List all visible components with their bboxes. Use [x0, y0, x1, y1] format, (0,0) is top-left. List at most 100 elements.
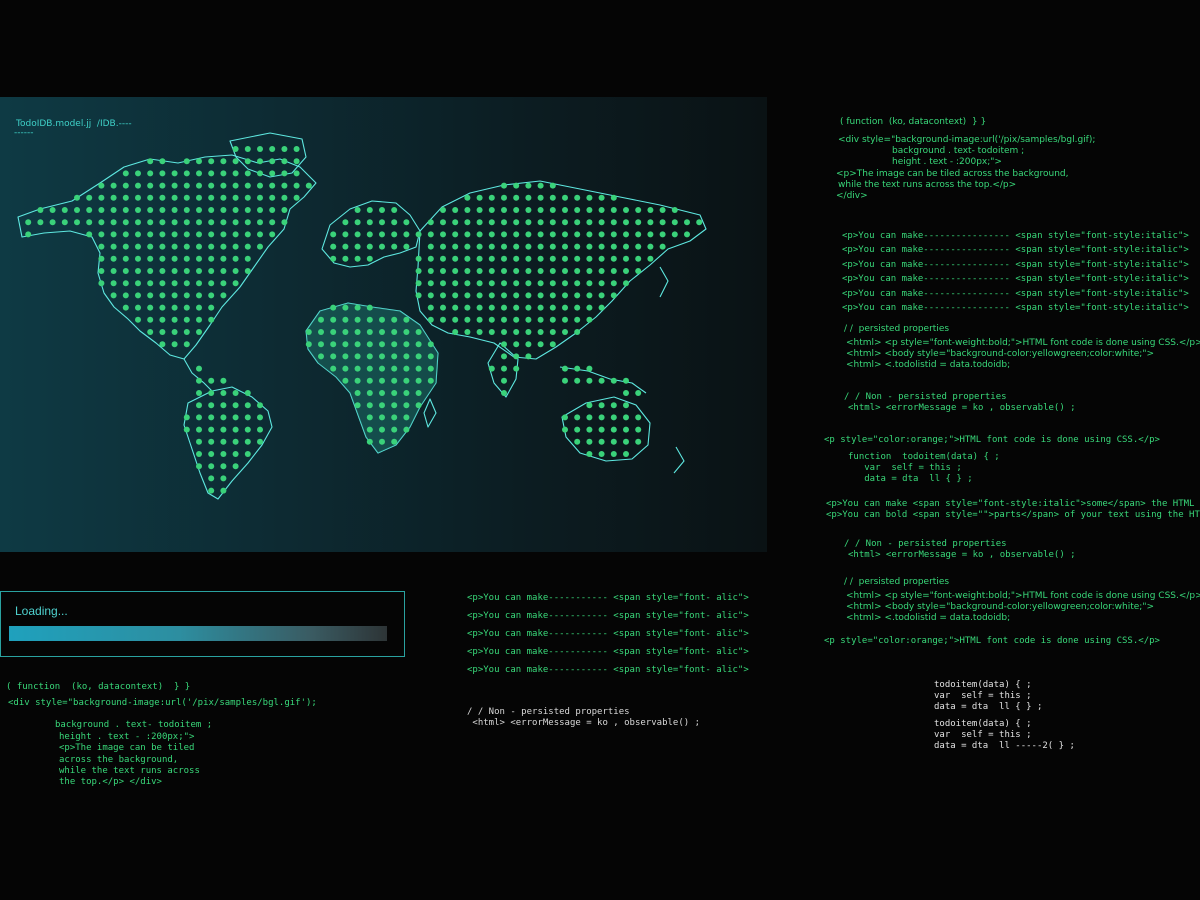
- map-dot: [159, 255, 166, 262]
- map-dot: [232, 243, 239, 250]
- map-dot: [208, 377, 215, 384]
- code-line: var self = this ;: [934, 730, 1032, 740]
- map-dot: [488, 304, 495, 311]
- map-dot: [379, 219, 385, 226]
- map-dot: [135, 292, 141, 299]
- map-dot: [281, 207, 288, 213]
- map-dot: [440, 316, 446, 323]
- map-dot: [220, 207, 227, 213]
- map-dot: [488, 292, 495, 299]
- map-dot: [549, 194, 556, 201]
- map-dot: [476, 255, 483, 262]
- map-dot: [110, 268, 117, 274]
- map-dot: [244, 243, 251, 250]
- map-dot: [86, 219, 93, 226]
- map-dot: [379, 438, 385, 445]
- map-dot: [122, 280, 129, 287]
- map-dot: [537, 194, 544, 201]
- map-dot: [403, 390, 410, 396]
- map-dot: [586, 268, 593, 274]
- map-dot: [452, 316, 459, 323]
- map-dot: [562, 280, 568, 287]
- map-dot: [501, 207, 507, 213]
- map-dot: [513, 268, 520, 274]
- map-dot: [269, 146, 276, 152]
- code-line: <p>You can make---------------- <span st…: [842, 289, 1189, 299]
- map-dot: [610, 194, 617, 201]
- map-dot: [610, 231, 617, 238]
- map-dot: [147, 219, 154, 226]
- map-dot: [244, 231, 251, 238]
- map-dot: [232, 170, 239, 177]
- map-dot: [49, 207, 56, 213]
- map-dot: [549, 292, 556, 299]
- map-dot: [196, 182, 202, 189]
- map-dot: [488, 231, 495, 238]
- map-dot: [366, 402, 373, 409]
- map-dot: [562, 426, 568, 433]
- map-dot: [452, 255, 459, 262]
- map-dot: [244, 158, 251, 165]
- map-dot: [342, 243, 349, 250]
- code-line: <html> <p style="font-weight:bold;">HTML…: [846, 338, 1200, 348]
- map-dot: [623, 426, 629, 433]
- map-dot: [440, 243, 446, 250]
- map-dot: [196, 194, 202, 201]
- map-dot: [623, 438, 629, 445]
- map-dot: [342, 353, 349, 360]
- map-dot: [501, 292, 507, 299]
- map-dot: [147, 231, 154, 238]
- map-dot: [391, 414, 398, 421]
- map-dot: [537, 243, 544, 250]
- map-dot: [110, 182, 117, 189]
- map-dot: [488, 243, 495, 250]
- map-dot: [403, 402, 410, 409]
- map-dot: [501, 316, 507, 323]
- map-dot: [501, 280, 507, 287]
- map-dot: [659, 207, 666, 213]
- map-dot: [403, 219, 410, 226]
- code-line: <p style="color:orange;">HTML font code …: [824, 435, 1160, 445]
- map-dot: [586, 402, 593, 409]
- map-dot: [415, 390, 422, 396]
- map-dot: [403, 365, 410, 372]
- map-dot: [147, 304, 154, 311]
- code-line: background . text- todoitem ;: [892, 146, 1025, 156]
- map-dot: [196, 268, 202, 274]
- map-dot: [220, 231, 227, 238]
- map-dot: [135, 231, 141, 238]
- map-dot: [586, 255, 593, 262]
- map-dot: [525, 268, 532, 274]
- map-dot: [549, 316, 556, 323]
- map-dot: [354, 377, 361, 384]
- code-line: ( function (ko, datacontext) } }: [840, 117, 987, 127]
- map-dot: [232, 451, 239, 457]
- map-dot: [171, 329, 178, 335]
- map-dot: [208, 487, 215, 494]
- map-dot: [122, 170, 129, 177]
- code-line: <html> <body style="background-color:yel…: [846, 602, 1155, 612]
- map-dot: [196, 292, 202, 299]
- code-comment: / / persisted properties: [844, 577, 950, 587]
- map-dot: [342, 255, 349, 262]
- map-dot: [220, 426, 227, 433]
- map-dot: [196, 280, 202, 287]
- map-dot: [366, 438, 373, 445]
- map-dot: [574, 438, 581, 445]
- map-dot: [403, 353, 410, 360]
- code-line: <p>You can make----------- <span style="…: [467, 593, 749, 603]
- map-dot: [549, 219, 556, 226]
- map-dot: [647, 255, 654, 262]
- map-dot: [525, 219, 532, 226]
- map-dot: [635, 231, 642, 238]
- map-dot: [147, 329, 154, 335]
- map-dot: [135, 243, 141, 250]
- map-dot: [586, 231, 593, 238]
- map-dot: [586, 292, 593, 299]
- map-dot: [635, 219, 642, 226]
- map-dot: [623, 255, 629, 262]
- map-dot: [623, 268, 629, 274]
- map-dot: [452, 280, 459, 287]
- map-dot: [415, 280, 422, 287]
- new-zealand-outline: [673, 446, 685, 474]
